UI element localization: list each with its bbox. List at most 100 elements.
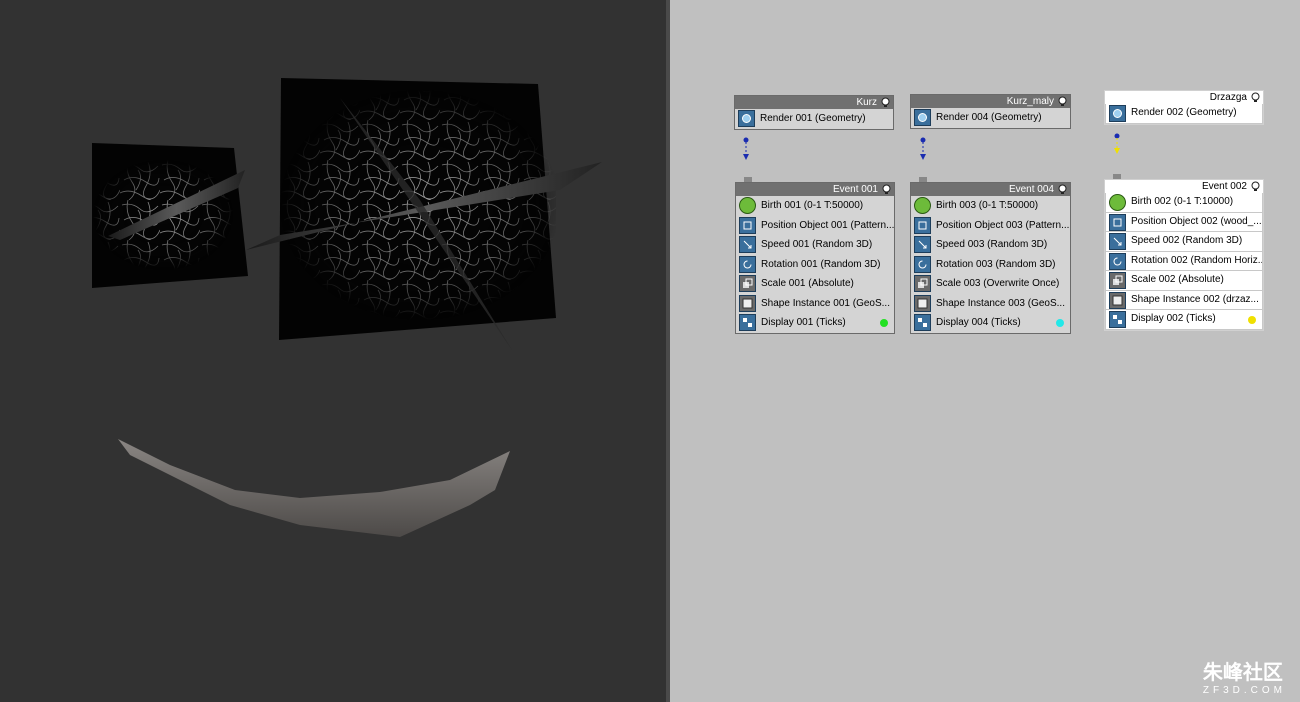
global-node-kurz-maly[interactable]: Kurz_maly Render 004 (Geometry) [910,94,1071,129]
speed-icon [739,236,756,253]
operator-birth[interactable]: Birth 002 (0-1 T:10000) [1105,193,1263,213]
scale-icon [739,275,756,292]
scale-icon [914,275,931,292]
display-color-swatch[interactable] [1248,316,1256,324]
operator-label: Speed 001 (Random 3D) [761,239,873,250]
operator-label: Birth 001 (0-1 T:50000) [761,200,864,211]
operator-label: Speed 002 (Random 3D) [1131,235,1243,246]
lightbulb-icon[interactable] [1057,96,1068,107]
node-title: Event 002 [1105,180,1263,193]
watermark: 朱峰社区 ZF3D.COM [1203,656,1286,696]
operator-label: Shape Instance 001 (GeoS... [761,297,890,309]
3d-viewport[interactable] [0,0,666,702]
lightbulb-icon[interactable] [1057,184,1068,195]
shape-instance-icon [914,294,931,312]
event-input-port[interactable] [919,177,927,182]
event-node-002[interactable]: Event 002 Birth 002 (0-1 T:10000) Positi… [1104,179,1264,331]
event-input-port[interactable] [1113,174,1121,179]
node-title: Drzazga [1105,91,1263,104]
operator-speed[interactable]: Speed 002 (Random 3D) [1105,232,1263,252]
operator-label: Render 004 (Geometry) [936,112,1042,123]
operator-label: Render 001 (Geometry) [760,113,866,124]
render-icon [914,109,931,126]
operator-scale[interactable]: Scale 003 (Overwrite Once) [911,274,1070,294]
dust-cloud-small [92,143,248,288]
event-input-port[interactable] [744,177,752,182]
operator-rotation[interactable]: Rotation 003 (Random 3D) [911,255,1070,275]
display-icon [739,314,756,331]
scale-icon [1109,272,1126,289]
operator-label: Position Object 002 (wood_... [1131,215,1262,227]
operator-birth[interactable]: Birth 003 (0-1 T:50000) [911,196,1070,216]
render-icon [1109,105,1126,122]
operator-label: Shape Instance 003 (GeoS... [936,297,1065,309]
operator-scale[interactable]: Scale 001 (Absolute) [736,274,894,294]
operator-label: Display 001 (Ticks) [761,317,846,328]
rotation-icon [1109,252,1126,270]
operator-scale[interactable]: Scale 002 (Absolute) [1105,271,1263,291]
lightbulb-icon[interactable] [880,97,891,108]
shape-instance-icon [739,294,756,312]
operator-display[interactable]: Display 001 (Ticks) [736,313,894,333]
rotation-icon [914,255,931,273]
operator-position-object[interactable]: Position Object 003 (Pattern... [911,216,1070,236]
display-color-swatch[interactable] [880,319,888,327]
operator-render[interactable]: Render 002 (Geometry) [1105,104,1263,124]
global-node-drzazga[interactable]: Drzazga Render 002 (Geometry) [1104,90,1264,125]
wire-kurz-event001[interactable] [738,130,758,180]
operator-label: Shape Instance 002 (drzaz... [1131,293,1259,305]
viewport-scene [92,78,602,537]
lightbulb-icon[interactable] [1250,92,1261,103]
display-icon [914,314,931,331]
operator-shape-instance[interactable]: Shape Instance 002 (drzaz... [1105,290,1263,310]
operator-shape-instance[interactable]: Shape Instance 003 (GeoS... [911,294,1070,314]
event-node-004[interactable]: Event 004 Birth 003 (0-1 T:50000) Positi… [910,182,1071,334]
watermark-subtext: ZF3D.COM [1202,685,1286,696]
operator-label: Scale 003 (Overwrite Once) [936,278,1060,289]
operator-label: Render 002 (Geometry) [1131,107,1237,118]
dust-cloud-large [246,78,602,350]
operator-label: Display 002 (Ticks) [1131,313,1216,324]
operator-display[interactable]: Display 004 (Ticks) [911,313,1070,333]
lightbulb-icon[interactable] [1250,181,1261,192]
node-title: Kurz_maly [911,95,1070,108]
birth-icon [914,197,931,214]
watermark-text: 朱峰社区 [1202,662,1283,684]
birth-icon [1109,194,1126,211]
wire-kurzmaly-event004[interactable] [915,130,935,180]
operator-speed[interactable]: Speed 003 (Random 3D) [911,235,1070,255]
operator-display[interactable]: Display 002 (Ticks) [1105,310,1263,330]
operator-render[interactable]: Render 004 (Geometry) [911,108,1070,128]
event-node-001[interactable]: Event 001 Birth 001 (0-1 T:50000) Positi… [735,182,895,334]
render-icon [738,110,755,127]
operator-label: Birth 003 (0-1 T:50000) [936,200,1039,211]
rotation-icon [739,255,756,273]
operator-label: Rotation 002 (Random Horiz... [1131,254,1263,266]
operator-label: Scale 002 (Absolute) [1131,274,1224,285]
operator-render[interactable]: Render 001 (Geometry) [735,109,893,129]
display-color-swatch[interactable] [1056,319,1064,327]
speed-icon [914,236,931,253]
operator-label: Position Object 001 (Pattern... [761,219,894,231]
position-object-icon [739,216,756,234]
wire-drzazga-event002[interactable] [1109,126,1129,176]
operator-label: Speed 003 (Random 3D) [936,239,1048,250]
shape-instance-icon [1109,291,1126,309]
operator-rotation[interactable]: Rotation 002 (Random Horiz... [1105,251,1263,271]
operator-label: Rotation 001 (Random 3D) [761,258,881,270]
operator-speed[interactable]: Speed 001 (Random 3D) [736,235,894,255]
operator-position-object[interactable]: Position Object 001 (Pattern... [736,216,894,236]
operator-shape-instance[interactable]: Shape Instance 001 (GeoS... [736,294,894,314]
operator-label: Display 004 (Ticks) [936,317,1021,328]
global-node-kurz[interactable]: Kurz Render 001 (Geometry) [734,95,894,130]
lightbulb-icon[interactable] [881,184,892,195]
node-title: Event 001 [736,183,894,196]
operator-birth[interactable]: Birth 001 (0-1 T:50000) [736,196,894,216]
operator-label: Rotation 003 (Random 3D) [936,258,1056,270]
node-title: Kurz [735,96,893,109]
operator-position-object[interactable]: Position Object 002 (wood_... [1105,212,1263,232]
operator-rotation[interactable]: Rotation 001 (Random 3D) [736,255,894,275]
position-object-icon [1109,213,1126,231]
operator-label: Scale 001 (Absolute) [761,278,854,289]
operator-label: Birth 002 (0-1 T:10000) [1131,196,1234,207]
